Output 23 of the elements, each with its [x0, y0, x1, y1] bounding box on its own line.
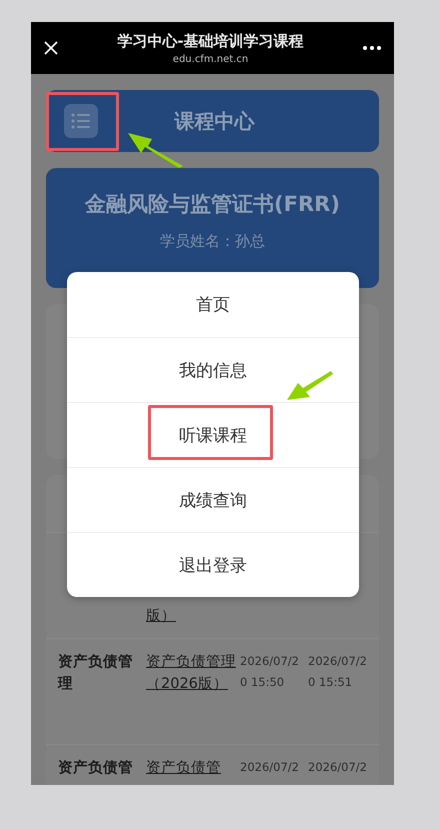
menu-item[interactable]: 退出登录 [67, 532, 359, 597]
course-link[interactable]: 资产负债管理（2026版） [146, 651, 238, 695]
date-cell-text: 2026/07/2 [308, 759, 368, 776]
date-cell-text: 2026/07/20 15:50 [240, 653, 300, 691]
page-title: 学习中心-基础培训学习课程 [117, 32, 304, 50]
list-icon [71, 113, 91, 129]
course-link[interactable]: 版） [146, 605, 238, 627]
annotation-arrow [285, 370, 333, 402]
menu-item[interactable]: 首页 [67, 272, 359, 337]
page-url: edu.cfm.net.cn [172, 54, 248, 64]
menu-item[interactable]: 成绩查询 [67, 467, 359, 532]
date-cell-text: 2026/07/20 15:51 [308, 653, 368, 691]
course-link[interactable]: 资产负债管 [146, 757, 238, 779]
close-icon[interactable] [43, 40, 59, 56]
date-cell-text: 2026/07/2 [240, 759, 300, 776]
menu-item[interactable]: 听课课程 [67, 402, 359, 467]
course-cell-text: 资产负债管理 [58, 652, 134, 694]
student-name: 学员姓名：孙总 [160, 232, 265, 251]
header-title: 课程中心 [173, 108, 256, 134]
certificate-title: 金融风险与监管证书(FRR) [85, 191, 340, 218]
course-cell-text: 资产负债管 [58, 758, 134, 778]
more-icon[interactable] [362, 45, 382, 51]
menu-button[interactable] [64, 104, 98, 138]
